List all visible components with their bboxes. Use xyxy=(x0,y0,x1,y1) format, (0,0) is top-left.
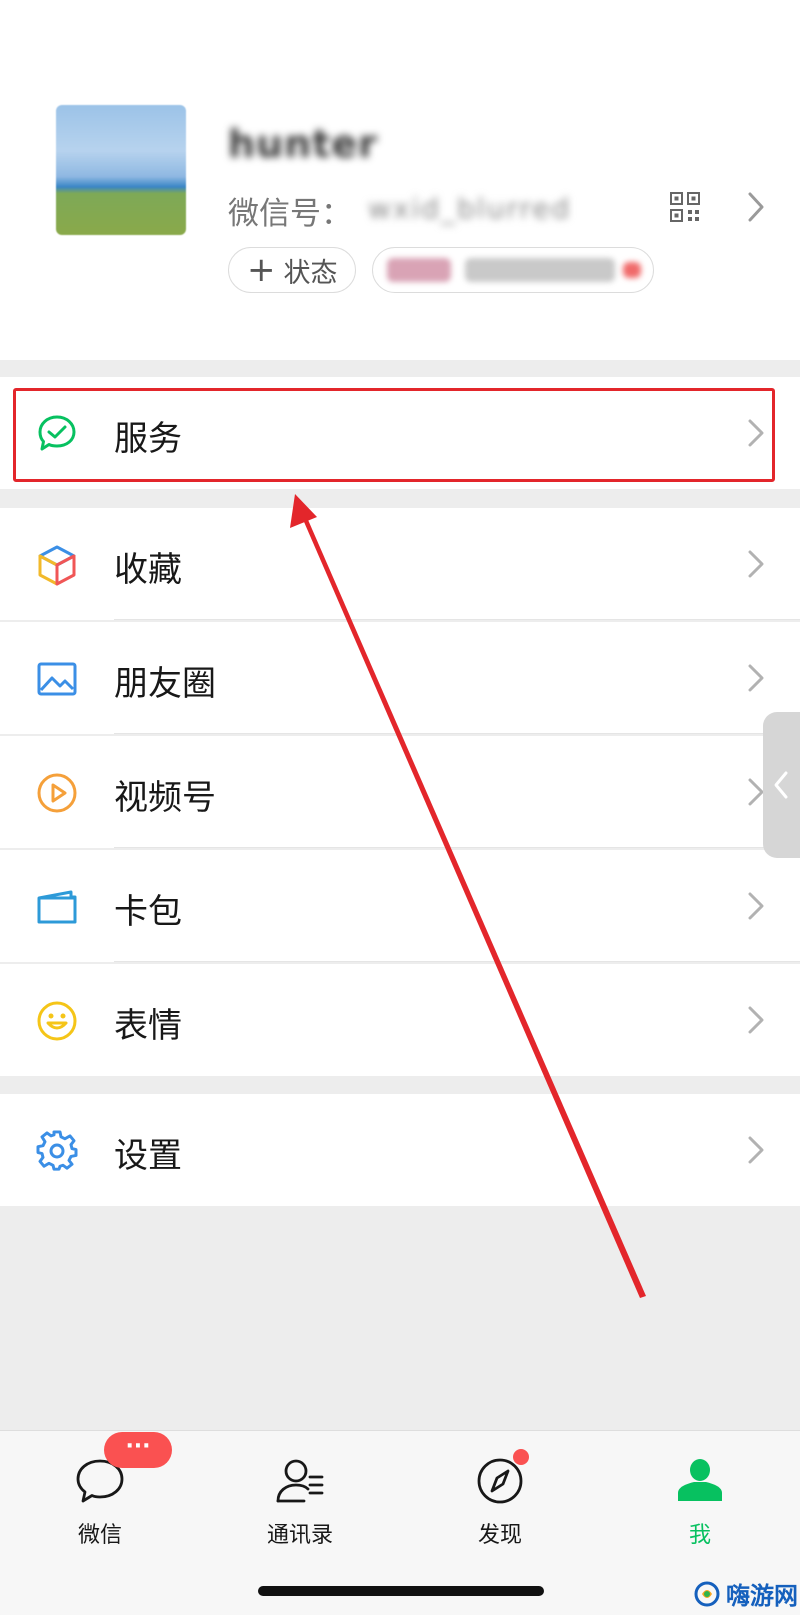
watermark-text: 嗨游网 xyxy=(726,1582,798,1610)
tab-label-contacts: 通讯录 xyxy=(266,1523,333,1548)
floating-side-handle[interactable] xyxy=(763,712,800,858)
tab-me[interactable]: 我 xyxy=(630,1455,770,1555)
tab-discover[interactable]: 发现 xyxy=(430,1455,570,1555)
tab-contacts[interactable]: 通讯录 xyxy=(230,1455,370,1555)
tab-label-discover: 发现 xyxy=(477,1523,522,1548)
notification-dot xyxy=(513,1449,529,1465)
tab-chats[interactable]: 微信 xyxy=(30,1455,170,1555)
watermark: 嗨游网 xyxy=(694,1576,798,1611)
person-icon xyxy=(678,1459,722,1501)
tab-label-chats: 微信 xyxy=(77,1523,122,1548)
annotation-arrow-shaft xyxy=(298,506,646,1298)
watermark-logo-icon xyxy=(694,1581,720,1606)
unread-badge: ··· xyxy=(104,1432,172,1468)
home-indicator[interactable] xyxy=(258,1586,544,1596)
annotation-arrow xyxy=(290,494,646,1298)
chevron-left-icon xyxy=(774,771,788,799)
annotation-arrow-head xyxy=(290,494,317,528)
tab-label-me: 我 xyxy=(688,1523,711,1548)
contacts-icon xyxy=(276,1459,324,1503)
